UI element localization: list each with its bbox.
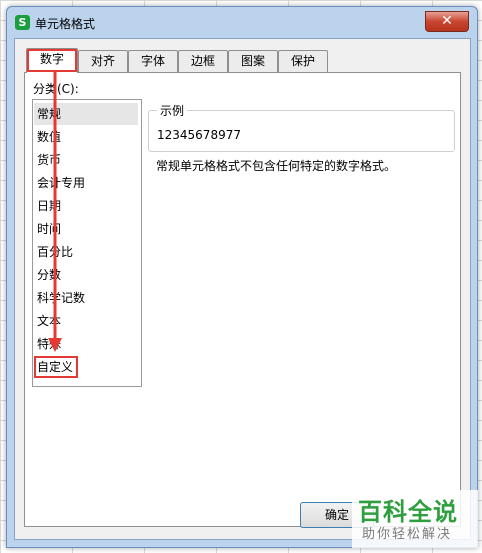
tab-border[interactable]: 边框 (178, 50, 228, 72)
tab-alignment[interactable]: 对齐 (78, 50, 128, 72)
close-button[interactable]: ✕ (425, 11, 469, 32)
tab-protection[interactable]: 保护 (278, 50, 328, 72)
format-description: 常规单元格格式不包含任何特定的数字格式。 (156, 159, 397, 173)
sample-group: 示例 12345678977 (148, 102, 455, 152)
sample-value: 12345678977 (157, 128, 241, 142)
category-item-general[interactable]: 常规 (34, 103, 138, 125)
category-item-accounting[interactable]: 会计专用 (34, 172, 138, 194)
tab-number[interactable]: 数字 (26, 48, 78, 73)
category-label: 分类(C): (33, 82, 79, 96)
category-item-special[interactable]: 特殊 (34, 333, 138, 355)
watermark-title: 百科全说 (358, 498, 458, 526)
tab-pattern[interactable]: 图案 (228, 50, 278, 72)
tab-font[interactable]: 字体 (128, 50, 178, 72)
category-list[interactable]: 常规 数值 货币 会计专用 日期 时间 百分比 分数 科学记数 文本 特殊 自定… (32, 99, 142, 387)
category-item-custom[interactable]: 自定义 (34, 356, 78, 378)
category-item-currency[interactable]: 货币 (34, 149, 138, 171)
watermark-subtitle: 助你轻松解决 (362, 527, 453, 542)
title-bar: S 单元格格式 ✕ (7, 7, 477, 37)
dialog-title: 单元格格式 (35, 17, 96, 31)
category-item-date[interactable]: 日期 (34, 195, 138, 217)
category-item-text[interactable]: 文本 (34, 310, 138, 332)
category-item-fraction[interactable]: 分数 (34, 264, 138, 286)
sample-label: 示例 (157, 102, 188, 119)
wps-spreadsheet-icon: S (15, 15, 30, 30)
category-item-time[interactable]: 时间 (34, 218, 138, 240)
category-item-percentage[interactable]: 百分比 (34, 241, 138, 263)
category-item-scientific[interactable]: 科学记数 (34, 287, 138, 309)
category-item-number[interactable]: 数值 (34, 126, 138, 148)
watermark: 百科全说 助你轻松解决 (352, 490, 478, 548)
